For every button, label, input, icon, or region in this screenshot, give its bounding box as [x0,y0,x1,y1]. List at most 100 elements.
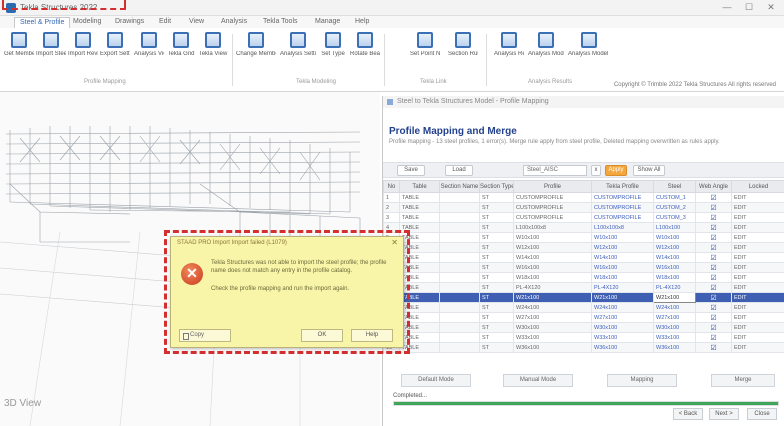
table-cell-web[interactable]: ☑ [695,332,732,343]
analysis-model-review-button[interactable]: Analysis Model Review [568,32,610,76]
change-member-type-button[interactable]: Change Member Type [236,32,276,76]
column-header[interactable]: Locked [731,180,784,193]
table-cell-locked[interactable]: EDIT [731,322,784,333]
table-cell-web[interactable]: ☑ [695,312,732,323]
table-row[interactable]: 6TABLESTW12x100W12x100W12x100☑EDIT [383,242,784,253]
dialog-close-icon[interactable]: ✕ [391,238,398,247]
table-cell-web[interactable]: ☑ [695,202,732,213]
table-cell-tekla[interactable]: CUSTOMPROFILE [591,192,654,203]
import-revision-button[interactable]: Import Revision [68,32,98,76]
table-row[interactable]: 8TABLESTW16x100W16x100W16x100☑EDIT [383,262,784,273]
table-cell-tekla[interactable]: CUSTOMPROFILE [591,212,654,223]
load-button[interactable]: Load [445,165,473,176]
table-row[interactable]: 11TABLESTW21x100W21x100W21x100☑EDIT [383,292,784,303]
table-row[interactable]: 12TABLESTW24x100W24x100W24x100☑EDIT [383,302,784,313]
table-row[interactable]: 5TABLESTW10x100W10x100W10x100☑EDIT [383,232,784,243]
merge-button[interactable]: Merge [711,374,775,387]
column-header[interactable]: Tekla Profile [591,180,654,193]
tab-manage[interactable]: Manage [310,17,345,28]
table-cell-web[interactable]: ☑ [695,292,732,303]
table-cell-web[interactable]: ☑ [695,232,732,243]
table-cell-tekla[interactable]: W36x100 [591,342,654,353]
maximize-button[interactable]: ☐ [738,1,760,14]
table-cell-locked[interactable]: EDIT [731,292,784,303]
table-cell-web[interactable]: ☑ [695,322,732,333]
rotate-beam-button[interactable]: Rotate Beam [350,32,380,76]
table-cell-tekla[interactable]: W12x100 [591,242,654,253]
table-cell-tekla[interactable]: W10x100 [591,232,654,243]
table-cell-locked[interactable]: EDIT [731,252,784,263]
tab-view[interactable]: View [184,17,209,28]
table-cell-tekla[interactable]: W30x100 [591,322,654,333]
table-row[interactable]: 2 TABLE ST CUSTOMPROFILE CUSTOMPROFILE CUSTOM… [383,202,784,213]
analysis-result-button[interactable]: Analysis Result [494,32,524,76]
table-cell-web[interactable]: ☑ [695,192,732,203]
table-cell-tekla[interactable]: CUSTOMPROFILE [591,202,654,213]
table-row[interactable]: 16TABLESTW36x100W36x100W36x100☑EDIT [383,342,784,353]
column-header[interactable]: Section Type [479,180,514,193]
import-steel-button[interactable]: Import Steel [36,32,66,76]
table-row[interactable]: 15TABLESTW33x100W33x100W33x100☑EDIT [383,332,784,343]
table-row[interactable]: 9TABLESTW18x100W18x100W18x100☑EDIT [383,272,784,283]
table-row[interactable]: 10TABLESTPL-4X120PL-4X120PL-4X120☑EDIT [383,282,784,293]
table-cell-web[interactable]: ☑ [695,252,732,263]
table-cell-tekla[interactable]: W21x100 [591,292,654,303]
column-header[interactable]: Section Name [439,180,480,193]
tab-drawings[interactable]: Drawings [110,17,149,28]
tab-modeling[interactable]: Modeling [68,17,106,28]
column-header[interactable]: No [383,180,400,193]
next-button[interactable]: Next > [709,408,739,420]
table-cell-tekla[interactable]: W14x100 [591,252,654,263]
table-cell-locked[interactable]: EDIT [731,272,784,283]
table-cell-locked[interactable]: EDIT [731,222,784,233]
column-header[interactable]: Steel [653,180,696,193]
table-cell-tekla[interactable]: PL-4X120 [591,282,654,293]
set-type-button[interactable]: Set Type [318,32,348,76]
analysis-model-sync-button[interactable]: Analysis Model Sync [528,32,564,76]
table-cell-tekla[interactable]: W16x100 [591,262,654,273]
column-header[interactable]: Table [399,180,440,193]
column-header[interactable]: Web Angle [695,180,732,193]
table-cell-web[interactable]: ☑ [695,342,732,353]
tab-analysis[interactable]: Analysis [216,17,252,28]
table-row[interactable]: 4 TABLE ST L100x100x8 L100x100x8 L100x100 ☑ EDI… [383,222,784,233]
manual-mode-button[interactable]: Manual Mode [503,374,573,387]
table-cell-locked[interactable]: EDIT [731,212,784,223]
table-cell-locked[interactable]: EDIT [731,262,784,273]
table-cell-locked[interactable]: EDIT [731,202,784,213]
back-button[interactable]: < Back [673,408,703,420]
copy-details-button[interactable]: Copy [179,329,231,342]
table-cell-web[interactable]: ☑ [695,212,732,223]
analysis-settings-button[interactable]: Analysis Settings [280,32,316,76]
table-cell-locked[interactable]: EDIT [731,192,784,203]
table-cell-locked[interactable]: EDIT [731,242,784,253]
table-row[interactable]: 13TABLESTW27x100W27x100W27x100☑EDIT [383,312,784,323]
ok-button[interactable]: OK [301,329,343,342]
tab-help[interactable]: Help [350,17,374,28]
table-cell-web[interactable]: ☑ [695,282,732,293]
table-cell-locked[interactable]: EDIT [731,332,784,343]
mapping-button[interactable]: Mapping [607,374,677,387]
table-row[interactable]: 1 TABLE ST CUSTOMPROFILE CUSTOMPROFILE CUSTOM… [383,192,784,203]
table-cell-locked[interactable]: EDIT [731,312,784,323]
export-settings-button[interactable]: Export Settings [100,32,130,76]
help-button[interactable]: Help [351,329,393,342]
table-cell-tekla[interactable]: W27x100 [591,312,654,323]
tab-edit[interactable]: Edit [154,17,176,28]
table-cell-tekla[interactable]: L100x100x8 [591,222,654,233]
table-cell-locked[interactable]: EDIT [731,302,784,313]
section-rules-button[interactable]: Section Rules [448,32,478,76]
table-row[interactable]: 7TABLESTW14x100W14x100W14x100☑EDIT [383,252,784,263]
get-member-type-button[interactable]: Get Member Type [4,32,34,76]
default-mode-button[interactable]: Default Mode [401,374,471,387]
table-cell-locked[interactable]: EDIT [731,232,784,243]
set-point-name-button[interactable]: Set Point Name [410,32,440,76]
close-wizard-button[interactable]: Close [747,408,777,420]
table-cell-tekla[interactable]: W18x100 [591,272,654,283]
table-row[interactable]: 3 TABLE ST CUSTOMPROFILE CUSTOMPROFILE CUSTOM… [383,212,784,223]
tab-tekla-tools[interactable]: Tekla Tools [258,17,303,28]
analysis-viewer-button[interactable]: Analysis Viewer [134,32,164,76]
minimize-button[interactable]: — [716,1,738,14]
table-cell-locked[interactable]: EDIT [731,342,784,353]
table-cell-web[interactable]: ☑ [695,262,732,273]
